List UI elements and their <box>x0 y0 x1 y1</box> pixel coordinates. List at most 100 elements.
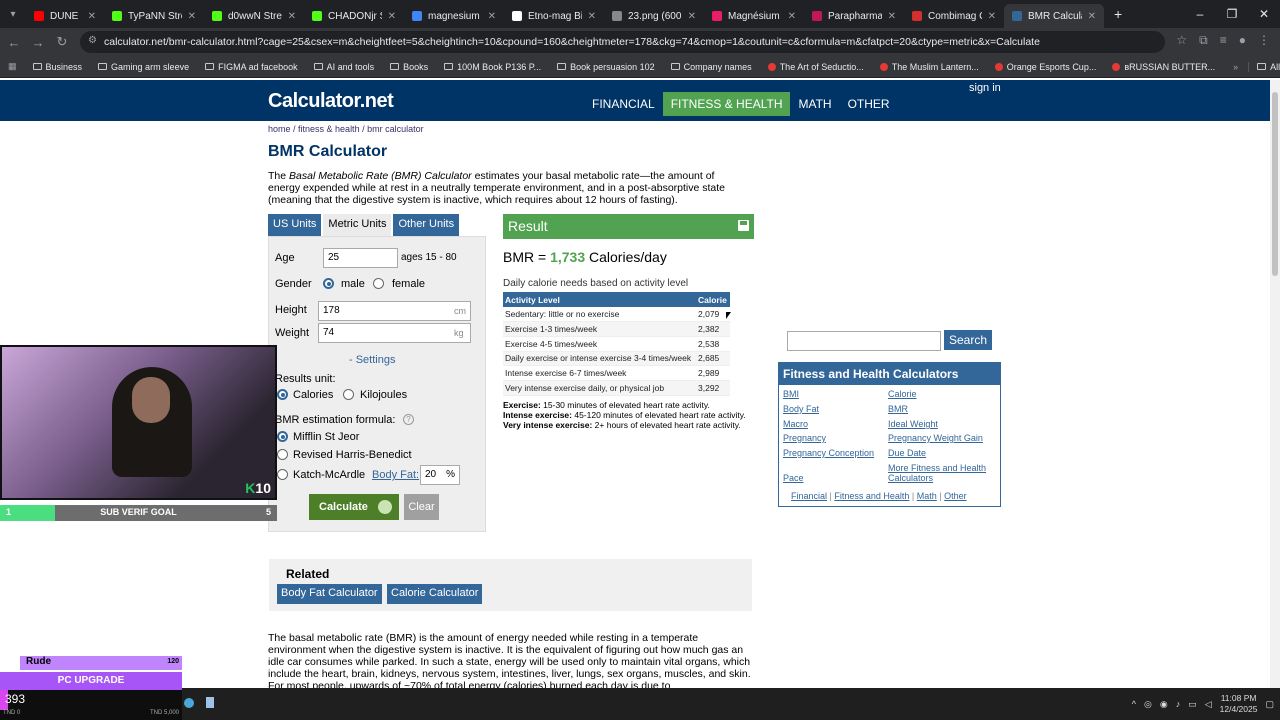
browser-tab[interactable]: d0wwN Stream ✕ <box>204 4 304 28</box>
bookmark-item[interactable]: The Muslim Lantern... <box>872 62 987 72</box>
menu-icon[interactable]: ⋮ <box>1258 33 1270 48</box>
info-icon[interactable]: ? <box>403 414 414 425</box>
sidebar-link[interactable]: Macro <box>783 419 808 429</box>
sidebar-link[interactable]: Calorie <box>888 389 1000 399</box>
tab-close-icon[interactable]: ✕ <box>788 11 796 22</box>
tab-metric-units[interactable]: Metric Units <box>323 214 392 236</box>
bookmark-item[interactable]: Company names <box>663 62 760 72</box>
breadcrumb-bmr[interactable]: bmr calculator <box>367 124 424 134</box>
bookmark-item[interactable]: Gaming arm sleeve <box>90 62 197 72</box>
sidebar-link[interactable]: Due Date <box>888 448 1000 458</box>
tab-close-icon[interactable]: ✕ <box>588 11 596 22</box>
bookmarks-overflow-icon[interactable]: » <box>1223 62 1248 72</box>
calorie-calculator-button[interactable]: Calorie Calculator <box>387 584 483 604</box>
bookmark-item[interactable]: вRUSSIAN BUTTER... <box>1104 62 1223 72</box>
sign-in-link[interactable]: sign in <box>969 82 1001 94</box>
tray-overflow-icon[interactable]: ^ <box>1132 699 1136 709</box>
katch-radio[interactable] <box>277 469 288 480</box>
sidebar-link[interactable]: Pace <box>783 473 804 483</box>
tab-close-icon[interactable]: ✕ <box>388 11 396 22</box>
browser-tab[interactable]: Etno-mag Bis 3 ✕ <box>504 4 604 28</box>
reload-icon[interactable]: ↻ <box>50 34 74 50</box>
nav-fitness-health[interactable]: FITNESS & HEALTH <box>662 92 791 116</box>
clear-button[interactable]: Clear <box>404 494 439 520</box>
notifications-icon[interactable]: ▢ <box>1265 699 1274 710</box>
new-tab-button[interactable]: + <box>1114 6 1122 22</box>
bookmark-item[interactable]: The Art of Seductio... <box>760 62 872 72</box>
sidebar-link[interactable]: Ideal Weight <box>888 419 1000 429</box>
browser-tab[interactable]: BMR Calculator ✕ <box>1004 4 1104 28</box>
height-input[interactable]: 178 <box>318 301 471 321</box>
tab-close-icon[interactable]: ✕ <box>288 11 296 22</box>
footer-other[interactable]: Other <box>944 491 967 501</box>
settings-toggle[interactable]: - Settings <box>349 354 395 366</box>
browser-tab[interactable]: Magnésium - ✕ <box>704 4 804 28</box>
browser-tab[interactable]: DUNE | An ✕ <box>26 4 104 28</box>
clock[interactable]: 11:08 PM 12/4/2025 <box>1220 693 1258 715</box>
browser-tab[interactable]: TyPaNN Stream ✕ <box>104 4 204 28</box>
footer-financial[interactable]: Financial <box>791 491 827 501</box>
calculate-button[interactable]: Calculate <box>309 494 399 520</box>
tab-close-icon[interactable]: ✕ <box>888 11 896 22</box>
bookmark-item[interactable]: Orange Esports Cup... <box>987 62 1105 72</box>
browser-tab[interactable]: CHADONjr Str ✕ <box>304 4 404 28</box>
minimize-icon[interactable]: – <box>1184 0 1216 28</box>
breadcrumb-home[interactable]: home <box>268 124 291 134</box>
all-bookmarks[interactable]: All Bookmarks <box>1248 61 1280 72</box>
browser-tab[interactable]: Parapharmacie ✕ <box>804 4 904 28</box>
bookmark-item[interactable]: FIGMA ad facebook <box>197 62 306 72</box>
female-radio[interactable] <box>373 278 384 289</box>
weight-input[interactable]: 74 <box>318 323 471 343</box>
browser-tab[interactable]: Combimag Co ✕ <box>904 4 1004 28</box>
calories-radio[interactable] <box>277 389 288 400</box>
tab-close-icon[interactable]: ✕ <box>188 11 196 22</box>
footer-fitness[interactable]: Fitness and Health <box>834 491 909 501</box>
close-window-icon[interactable]: ✕ <box>1248 0 1280 28</box>
kilojoules-radio[interactable] <box>343 389 354 400</box>
sidebar-link[interactable]: Pregnancy Weight Gain <box>888 433 1000 443</box>
notepad-icon[interactable] <box>206 697 214 708</box>
address-bar[interactable]: ⚙ calculator.net/bmr-calculator.html?cag… <box>80 31 1165 53</box>
network-icon[interactable]: ▭ <box>1188 699 1197 710</box>
sidebar-link[interactable]: Pregnancy Conception <box>783 448 874 458</box>
sidebar-link[interactable]: More Fitness and Health Calculators <box>888 463 1000 483</box>
profile-icon[interactable]: ● <box>1239 33 1246 48</box>
apps-icon[interactable]: ▦ <box>0 61 25 72</box>
breadcrumb-fitness[interactable]: fitness & health <box>298 124 360 134</box>
browser-tab[interactable]: 23.png (600×6 ✕ <box>604 4 704 28</box>
extensions-icon[interactable]: ⧉ <box>1199 33 1208 48</box>
browser-tab[interactable]: magnesium BE ✕ <box>404 4 504 28</box>
tab-close-icon[interactable]: ✕ <box>488 11 496 22</box>
save-icon[interactable] <box>738 220 749 231</box>
harris-radio[interactable] <box>277 449 288 460</box>
sidebar-link[interactable]: BMI <box>783 389 799 399</box>
search-button[interactable]: Search <box>944 330 992 350</box>
male-radio[interactable] <box>323 278 334 289</box>
mic-icon[interactable]: ♪ <box>1176 699 1181 709</box>
page-scrollbar[interactable] <box>1270 80 1280 688</box>
nav-other[interactable]: OTHER <box>840 92 898 116</box>
back-icon[interactable]: ← <box>2 35 26 50</box>
scrollbar-thumb[interactable] <box>1272 92 1278 276</box>
footer-math[interactable]: Math <box>917 491 937 501</box>
bookmark-item[interactable]: Business <box>25 62 91 72</box>
maximize-icon[interactable]: ❐ <box>1216 0 1248 28</box>
search-input[interactable] <box>787 331 941 351</box>
volume-icon[interactable]: ◁ <box>1205 699 1212 710</box>
edge-icon[interactable] <box>184 698 194 708</box>
tab-close-icon[interactable]: ✕ <box>1088 11 1096 22</box>
bookmark-item[interactable]: 100M Book P136 P... <box>436 62 549 72</box>
sidebar-link[interactable]: Body Fat <box>783 404 819 414</box>
nav-financial[interactable]: FINANCIAL <box>584 92 663 116</box>
site-info-icon[interactable]: ⚙ <box>88 35 97 46</box>
bookmark-star-icon[interactable]: ☆ <box>1176 33 1187 48</box>
body-fat-calculator-button[interactable]: Body Fat Calculator <box>277 584 382 604</box>
tab-us-units[interactable]: US Units <box>268 214 322 236</box>
tray-app-icon[interactable]: ◎ <box>1144 699 1152 710</box>
site-logo[interactable]: Calculator.net <box>268 90 394 113</box>
bookmark-item[interactable]: Books <box>382 62 436 72</box>
bookmark-item[interactable]: Book persuasion 102 <box>549 62 663 72</box>
tab-search-icon[interactable]: ▾ <box>0 9 26 20</box>
forward-icon[interactable]: → <box>26 35 50 50</box>
tab-close-icon[interactable]: ✕ <box>88 11 96 22</box>
